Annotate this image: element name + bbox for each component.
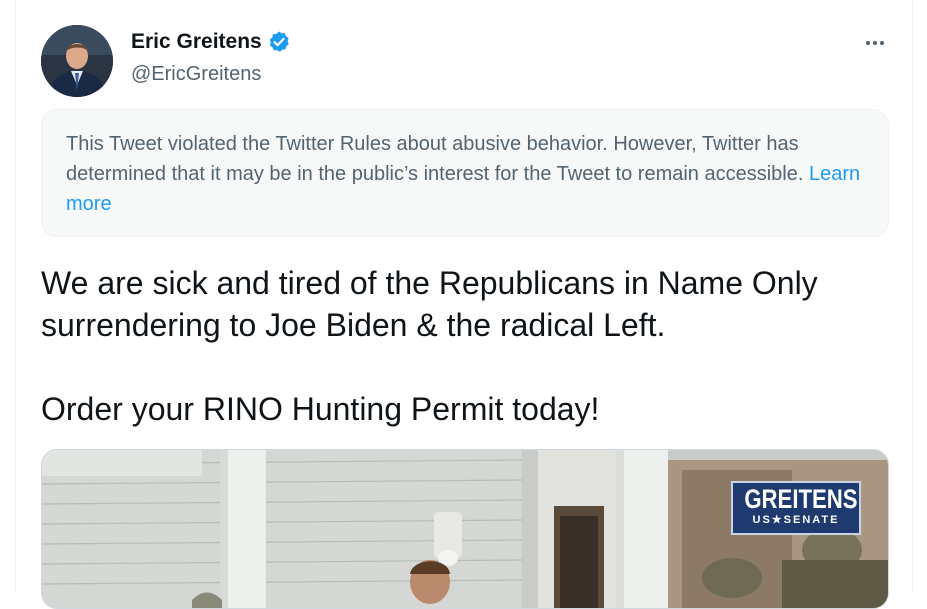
tweet-line-1: We are sick and tired of the Republicans… [41,265,818,343]
policy-notice: This Tweet violated the Twitter Rules ab… [41,109,889,237]
more-options-icon[interactable] [862,31,888,55]
logo-sub-text: US★SENATE [752,514,840,526]
logo-main-text: GREITENS [744,484,858,514]
author-handle[interactable]: @EricGreitens [131,63,261,86]
verified-badge-icon [267,30,291,54]
avatar[interactable] [41,25,113,97]
notice-text: This Tweet violated the Twitter Rules ab… [66,133,809,185]
tweet-text: We are sick and tired of the Republicans… [41,262,901,430]
campaign-logo: GREITENS US★SENATE [731,481,861,535]
avatar-image [41,25,113,97]
author-name-row[interactable]: Eric Greitens [131,30,291,54]
tweet-line-2: Order your RINO Hunting Permit today! [41,391,600,427]
author-name[interactable]: Eric Greitens [131,30,262,54]
